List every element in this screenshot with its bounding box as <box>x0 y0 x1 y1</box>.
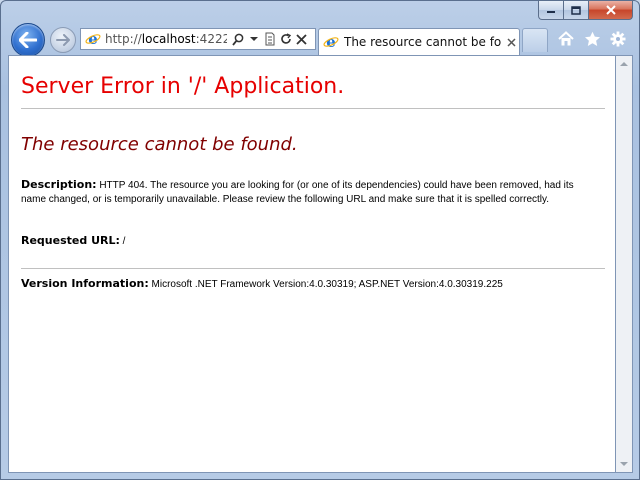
tab-active[interactable]: e The resource cannot be fou... <box>318 28 520 55</box>
page-content: Server Error in '/' Application. The res… <box>8 55 616 473</box>
new-tab-button[interactable] <box>522 28 548 52</box>
refresh-icon[interactable] <box>279 31 292 47</box>
version-paragraph: Version Information: Microsoft .NET Fram… <box>21 277 601 292</box>
stop-icon[interactable] <box>295 31 308 47</box>
tools-gear-icon[interactable] <box>609 29 627 49</box>
back-arrow-icon <box>19 32 37 48</box>
minimize-button[interactable] <box>538 1 564 20</box>
page-title: Server Error in '/' Application. <box>21 74 345 99</box>
url-port: :42225/ <box>195 32 227 46</box>
forward-arrow-icon <box>56 34 70 46</box>
url-host: localhost <box>141 32 196 46</box>
url-scheme: http:// <box>105 32 142 46</box>
forward-button[interactable] <box>50 27 76 53</box>
minimize-icon <box>547 11 555 13</box>
favorites-star-icon[interactable] <box>583 29 601 49</box>
requested-url-value: / <box>122 236 126 247</box>
address-bar-icons <box>231 31 311 47</box>
back-button[interactable] <box>11 23 45 57</box>
tab-title: The resource cannot be fou... <box>344 35 502 49</box>
tab-ie-logo-icon: e <box>322 33 340 51</box>
tab-close-icon[interactable] <box>504 35 518 49</box>
svg-text:e: e <box>88 31 98 47</box>
close-icon <box>605 5 616 15</box>
error-subtitle: The resource cannot be found. <box>21 134 298 155</box>
scroll-up-arrow-icon[interactable] <box>620 62 628 66</box>
caption-buttons <box>538 1 633 20</box>
version-label: Version Information: <box>21 277 149 290</box>
version-text: Microsoft .NET Framework Version:4.0.303… <box>151 279 503 290</box>
close-button[interactable] <box>589 1 633 20</box>
requested-url-label: Requested URL: <box>21 234 120 247</box>
description-label: Description: <box>21 178 97 191</box>
address-bar[interactable]: e http://localhost:42225/ <box>80 28 316 50</box>
description-text: HTTP 404. The resource you are looking f… <box>21 180 574 205</box>
title-divider <box>21 108 605 109</box>
search-icon[interactable] <box>231 31 244 47</box>
command-icons <box>557 29 627 49</box>
ie-logo-icon: e <box>84 30 102 48</box>
description-paragraph: Description: HTTP 404. The resource you … <box>21 178 601 207</box>
vertical-scrollbar[interactable] <box>616 55 633 473</box>
svg-text:e: e <box>326 34 336 50</box>
compatibility-view-icon[interactable] <box>263 31 276 47</box>
url-text[interactable]: http://localhost:42225/ <box>105 32 227 46</box>
home-icon[interactable] <box>557 29 575 49</box>
maximize-button[interactable] <box>564 1 589 20</box>
maximize-icon <box>571 5 581 15</box>
version-divider <box>21 268 605 269</box>
requested-url-paragraph: Requested URL: / <box>21 234 601 249</box>
browser-window: e http://localhost:42225/ <box>0 0 640 480</box>
scroll-down-arrow-icon[interactable] <box>620 462 628 466</box>
dropdown-icon[interactable] <box>247 31 260 47</box>
